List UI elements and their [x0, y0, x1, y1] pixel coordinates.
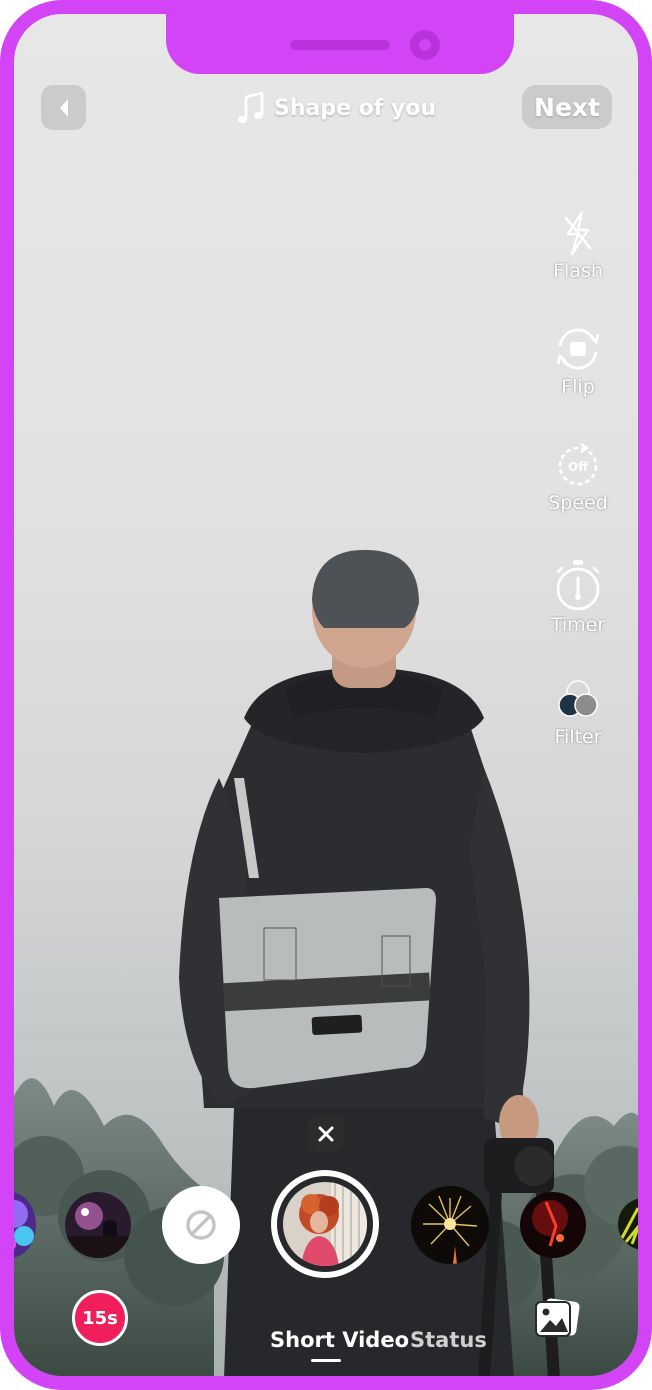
- chevron-left-icon: [59, 98, 68, 117]
- tab-status[interactable]: Status: [410, 1328, 487, 1352]
- duration-selector[interactable]: 15s: [72, 1290, 128, 1346]
- next-button[interactable]: Next: [522, 85, 612, 129]
- no-filter-button[interactable]: [162, 1186, 240, 1264]
- filter-thumb-fireworks[interactable]: [411, 1186, 489, 1264]
- filter-preview-image: [283, 1182, 367, 1266]
- timer-icon: [556, 560, 600, 611]
- tool-label: Flip: [561, 376, 595, 398]
- tool-label: Speed: [548, 492, 608, 514]
- flash-off-icon: [564, 210, 592, 256]
- back-button[interactable]: [41, 85, 86, 130]
- tab-short-video[interactable]: Short Video: [270, 1328, 409, 1352]
- filter-preview-image: [520, 1192, 586, 1258]
- speed-icon: Off: [558, 443, 598, 486]
- flip-tool[interactable]: Flip: [538, 324, 618, 398]
- front-camera: [410, 30, 440, 60]
- timer-tool[interactable]: Timer: [538, 558, 618, 636]
- tool-label: Timer: [550, 614, 606, 636]
- phone-notch: [166, 14, 514, 74]
- flip-camera-icon: [556, 328, 600, 370]
- tool-label: Flash: [553, 260, 603, 282]
- phone-frame: Shape of you Next Flash Flip Off Speed T…: [0, 0, 652, 1390]
- active-tab-indicator: [311, 1359, 341, 1362]
- flash-tool[interactable]: Flash: [538, 208, 618, 282]
- filter-tool[interactable]: Filter: [538, 676, 618, 748]
- tool-label: Filter: [554, 726, 602, 748]
- no-filter-icon: [186, 1210, 216, 1240]
- speed-tool[interactable]: Off Speed: [538, 440, 618, 514]
- music-selector[interactable]: Shape of you: [236, 90, 436, 126]
- close-filter-button[interactable]: [308, 1116, 344, 1152]
- filter-thumb-concert[interactable]: [65, 1192, 131, 1258]
- speaker-grille: [290, 40, 390, 50]
- close-icon: [318, 1126, 334, 1142]
- song-title: Shape of you: [274, 95, 437, 121]
- speed-off-text: Off: [568, 460, 588, 474]
- camera-viewfinder[interactable]: Shape of you Next Flash Flip Off Speed T…: [14, 14, 638, 1376]
- record-button[interactable]: [271, 1170, 379, 1278]
- filter-preview-image: [411, 1186, 489, 1264]
- gallery-button[interactable]: [532, 1294, 582, 1344]
- music-note-icon: [238, 91, 264, 124]
- filter-icon: [558, 680, 598, 717]
- filter-preview-image: [65, 1192, 131, 1258]
- current-filter-preview: [283, 1182, 367, 1266]
- filter-thumb-red-light[interactable]: [520, 1192, 586, 1258]
- gallery-icon: [535, 1298, 580, 1337]
